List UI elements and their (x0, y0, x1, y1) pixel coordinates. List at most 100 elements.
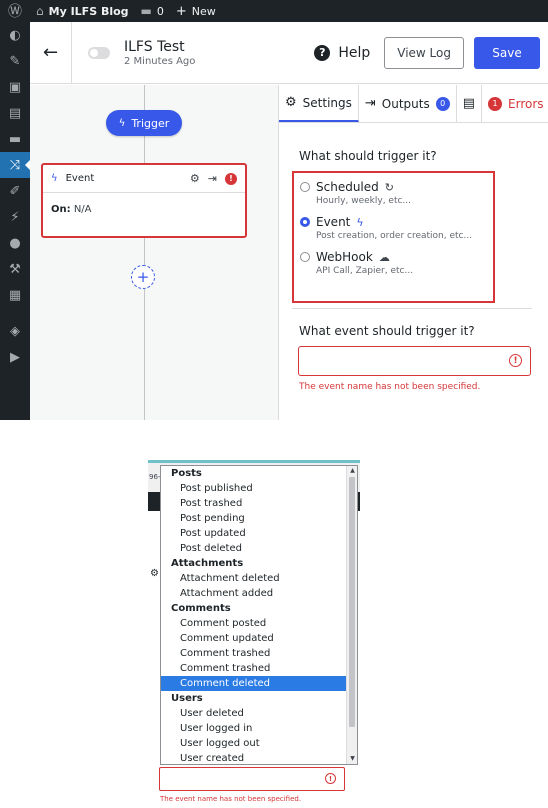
cloud-icon: ☁ (378, 250, 390, 264)
new-content-link[interactable]: + New (170, 0, 222, 22)
wordpress-logo-icon[interactable]: Ⓦ (0, 0, 30, 22)
trigger-type-options: Scheduled ↻ Hourly, weekly, etc... Event ϟ… (292, 171, 495, 303)
help-label: Help (338, 44, 371, 61)
sidebar-item-media[interactable]: ▣ (0, 74, 30, 100)
save-button[interactable]: Save (474, 36, 540, 69)
scroll-up-arrow-icon[interactable]: ▲ (347, 466, 357, 476)
dropdown-option[interactable]: Comment posted (161, 616, 347, 631)
dropdown-option[interactable]: Post pending (161, 511, 347, 526)
dropdown-option[interactable]: Post trashed (161, 496, 347, 511)
scrollbar-thumb[interactable] (349, 477, 355, 727)
trigger-label: Trigger (131, 116, 170, 130)
option-event-label: Event (316, 215, 351, 229)
wp-sidebar-menu: ◐ ✎ ▣ ▤ ▬ ⤨ ✐ ⚡ ● ⚒ ▦ ◈ ▶ (0, 22, 30, 420)
option-webhook-label: WebHook (316, 250, 373, 264)
sidebar-item-users[interactable]: ● (0, 230, 30, 256)
output-icon: ⇥ (364, 96, 376, 111)
site-name: My ILFS Blog (48, 4, 129, 18)
errors-count-badge: 1 (488, 96, 503, 111)
tab-errors[interactable]: 1 Errors (482, 85, 548, 122)
dropdown-option[interactable]: Post deleted (161, 541, 347, 556)
tab-settings[interactable]: ⚙ Settings (279, 85, 359, 122)
sidebar-item-appearance[interactable]: ✐ (0, 178, 30, 204)
workflow-canvas[interactable]: ϟ Trigger ϟ Event ⚙ ⇥ ! On: N/A + (30, 85, 278, 420)
dropdown-options-list: Posts Post published Post trashed Post pend… (161, 466, 347, 764)
radio-webhook[interactable] (300, 252, 310, 262)
plugins-icon: ⚡ (10, 209, 20, 225)
tab-log[interactable]: ▤ (457, 85, 483, 122)
option-event[interactable]: Event ϟ Post creation, order creation, et… (300, 215, 487, 241)
comment-icon: ▬ (140, 4, 152, 18)
sidebar-item-dashboard[interactable]: ◐ (0, 22, 30, 48)
app-header: ← ILFS Test 2 Minutes Ago ? Help View Lo… (30, 21, 548, 84)
last-saved-time: 2 Minutes Ago (124, 55, 196, 67)
bolt-icon: ϟ (118, 117, 126, 129)
tools-icon: ⚒ (9, 261, 21, 277)
automation-title-block: ILFS Test 2 Minutes Ago (124, 39, 195, 67)
event-node-card[interactable]: ϟ Event ⚙ ⇥ ! On: N/A (41, 163, 247, 238)
sidebar-item-collapse[interactable]: ◈ (0, 318, 30, 344)
active-toggle[interactable] (88, 46, 110, 59)
event-error-message: The event name has not been specified. (299, 382, 481, 392)
main-view: Ⓦ ⌂ My ILFS Blog ▬ 0 + New ◐ ✎ ▣ ▤ ▬ ⤨ ✐ ⚡ ● ⚒ ▦ ◈ ▶… (0, 0, 548, 420)
sidebar-item-settings[interactable]: ▦ (0, 282, 30, 308)
view-log-button[interactable]: View Log (384, 36, 464, 69)
settings-icon: ▦ (8, 287, 22, 303)
site-name-link[interactable]: ⌂ My ILFS Blog (30, 0, 135, 22)
dropdown-option[interactable]: Attachment added (161, 586, 347, 601)
option-scheduled-label: Scheduled (316, 180, 379, 194)
dropdown-group-label: Attachments (171, 558, 244, 569)
dropdown-option[interactable]: Comment updated (161, 631, 347, 646)
connector-line (144, 238, 145, 265)
dropdown-option[interactable]: Post updated (161, 526, 347, 541)
sidebar-item-plugins[interactable]: ⚡ (0, 204, 30, 230)
dropdown-option[interactable]: Comment trashed (161, 661, 347, 676)
arrow-left-icon: ← (42, 42, 59, 63)
tab-outputs[interactable]: ⇥ Outputs 0 (359, 85, 457, 122)
sidebar-item-play[interactable]: ▶ (0, 344, 30, 370)
dropdown-option[interactable]: User deleted (161, 706, 347, 721)
dropdown-option[interactable]: User logged in (161, 721, 347, 736)
add-step-button[interactable]: + (131, 265, 155, 289)
event-question-label: What event should trigger it? (299, 324, 475, 338)
outputs-count-badge: 0 (435, 96, 450, 111)
sidebar-item-pin[interactable]: ✎ (0, 48, 30, 74)
radio-scheduled[interactable] (300, 182, 310, 192)
dropdown-scrollbar[interactable]: ▲ ▼ (346, 466, 357, 764)
help-link[interactable]: ? Help (314, 44, 371, 61)
automation-icon: ⤨ (9, 157, 21, 173)
sidebar-item-pages[interactable]: ▤ (0, 100, 30, 126)
sidebar-item-comments[interactable]: ▬ (0, 126, 30, 152)
sidebar-item-tools[interactable]: ⚒ (0, 256, 30, 282)
gear-icon[interactable]: ⚙ (190, 172, 200, 185)
event-name-select[interactable]: ! (298, 346, 531, 376)
option-scheduled[interactable]: Scheduled ↻ Hourly, weekly, etc... (300, 180, 487, 206)
scroll-down-arrow-icon[interactable]: ▼ (347, 754, 357, 764)
back-button[interactable]: ← (30, 21, 72, 84)
on-value: N/A (73, 204, 92, 215)
document-icon: ▤ (462, 96, 476, 111)
event-node-header: ϟ Event ⚙ ⇥ ! (43, 165, 245, 193)
dropdown-option[interactable]: Post published (161, 481, 347, 496)
event-options-dropdown[interactable]: Posts Post published Post trashed Post pend… (160, 465, 358, 765)
dropdown-option[interactable]: User logged out (161, 736, 347, 751)
radio-event[interactable] (300, 217, 310, 227)
automation-title[interactable]: ILFS Test (124, 39, 195, 55)
trigger-node[interactable]: ϟ Trigger (106, 110, 182, 136)
dropdown-option[interactable]: User created (161, 751, 347, 764)
dropdown-option[interactable]: Attachment deleted (161, 571, 347, 586)
comments-count: 0 (156, 4, 164, 18)
divider (292, 308, 532, 309)
home-icon: ⌂ (36, 4, 44, 18)
dropdown-option[interactable]: Comment trashed (161, 646, 347, 661)
users-icon: ● (9, 235, 21, 251)
connector-line (144, 136, 145, 163)
sidebar-item-automation[interactable]: ⤨ (0, 152, 30, 178)
dropdown-option[interactable]: Comment deleted (161, 676, 347, 691)
wp-admin-bar: Ⓦ ⌂ My ILFS Blog ▬ 0 + New (0, 0, 548, 22)
output-icon[interactable]: ⇥ (208, 172, 217, 185)
event-name-select-small[interactable]: ! (159, 767, 345, 791)
tab-errors-label: Errors (508, 96, 544, 111)
option-webhook[interactable]: WebHook ☁ API Call, Zapier, etc... (300, 250, 487, 276)
comments-link[interactable]: ▬ 0 (135, 0, 170, 22)
